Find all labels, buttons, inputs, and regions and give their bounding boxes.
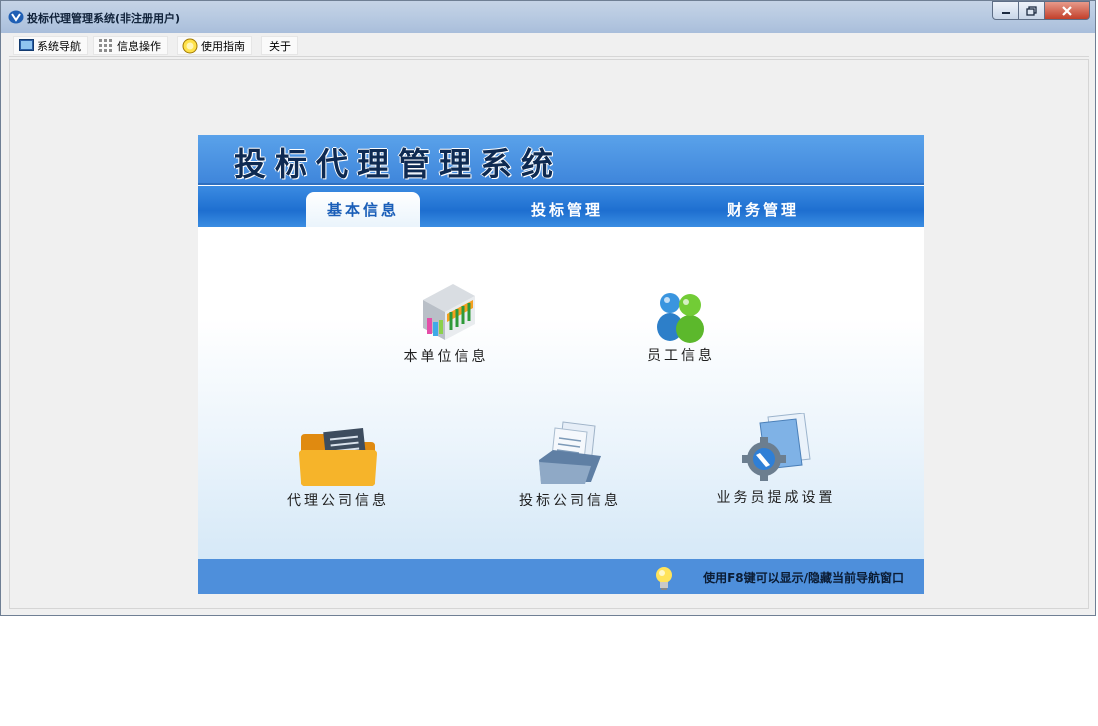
app-logo-icon — [8, 10, 24, 24]
panel-header: 投标代理管理系统 — [198, 135, 924, 185]
minimize-button[interactable] — [992, 1, 1019, 20]
panel-title: 投标代理管理系统 — [234, 145, 563, 183]
title-bar[interactable]: 投标代理管理系统(非注册用户) — [1, 1, 1095, 33]
tab-label: 财务管理 — [726, 201, 799, 219]
monitor-icon — [18, 39, 34, 53]
settings-icon — [742, 413, 811, 481]
maximize-icon — [1026, 5, 1037, 16]
tab-finance-management[interactable]: 财务管理 — [706, 192, 820, 227]
nav-item-agency-company-info[interactable]: 代理公司信息 — [278, 426, 398, 510]
tab-bar: 基本信息 投标管理 财务管理 — [198, 186, 924, 227]
documents-icon — [539, 421, 601, 484]
nav-item-bidding-company-info[interactable]: 投标公司信息 — [510, 420, 630, 510]
nav-item-label: 投标公司信息 — [519, 493, 621, 509]
panel-footer: 使用F8键可以显示/隐藏当前导航窗口 — [198, 559, 924, 594]
tab-label: 基本信息 — [326, 201, 399, 219]
nav-item-label: 业务员提成设置 — [716, 490, 836, 506]
lightbulb-icon — [656, 567, 672, 590]
store-icon — [423, 284, 475, 340]
nav-item-salesman-commission-settings[interactable]: 业务员提成设置 — [706, 413, 846, 507]
menu-system-navigation[interactable]: 系统导航 — [13, 36, 88, 55]
window-title: 投标代理管理系统(非注册用户) — [27, 12, 181, 25]
close-button[interactable] — [1044, 1, 1090, 20]
menu-label: 使用指南 — [201, 39, 245, 53]
menu-label: 关于 — [269, 39, 291, 53]
tab-bid-management[interactable]: 投标管理 — [510, 192, 624, 227]
users-icon — [657, 293, 704, 343]
maximize-button[interactable] — [1018, 1, 1045, 20]
nav-item-label: 本单位信息 — [403, 349, 489, 365]
menu-about[interactable]: 关于 — [261, 36, 298, 55]
menu-label: 系统导航 — [37, 39, 81, 53]
navigation-panel: 投标代理管理系统 基本信息 投标管理 财务管理 本单位信息 员工信息 代理公司信… — [198, 135, 924, 594]
menu-label: 信息操作 — [117, 39, 161, 53]
minimize-icon — [1001, 11, 1010, 14]
folder-icon — [299, 428, 377, 486]
grid-icon — [98, 39, 114, 53]
close-icon — [1062, 5, 1072, 16]
help-icon — [182, 38, 198, 53]
nav-item-label: 代理公司信息 — [287, 493, 389, 509]
footer-hint: 使用F8键可以显示/隐藏当前导航窗口 — [703, 571, 904, 585]
menu-user-guide[interactable]: 使用指南 — [177, 36, 252, 55]
tab-label: 投标管理 — [530, 201, 603, 219]
tab-basic-info[interactable]: 基本信息 — [306, 192, 420, 227]
nav-item-employee-info[interactable]: 员工信息 — [636, 283, 726, 365]
nav-item-label: 员工信息 — [647, 348, 715, 364]
menu-info-operations[interactable]: 信息操作 — [93, 36, 168, 55]
menu-bar: 系统导航 信息操作 使用指南 关于 — [9, 34, 1089, 57]
nav-item-unit-info[interactable]: 本单位信息 — [398, 278, 494, 366]
